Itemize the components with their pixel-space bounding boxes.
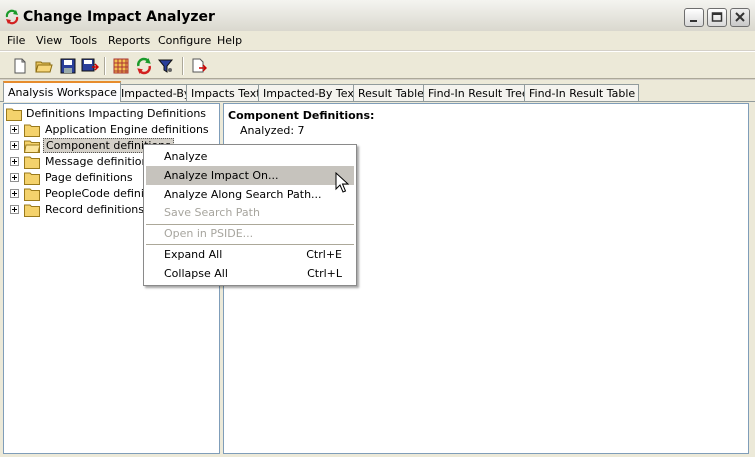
maximize-button[interactable] [707,8,727,27]
tab-impacted-by[interactable]: Impacted-By [116,84,195,102]
export-icon[interactable] [190,57,208,75]
tab-find-in-result-table[interactable]: Find-In Result Table [524,84,640,102]
minimize-button[interactable] [684,8,704,27]
grid-table-icon[interactable] [112,57,130,75]
menu-item-save-search-path: Save Search Path [146,203,354,222]
tree-item-label: Message definitions [45,155,155,168]
menu-item-shortcut: Ctrl+L [307,267,342,280]
tab-strip: Analysis Workspace Impacted-By Impacts T… [0,80,755,102]
menu-help[interactable]: Help [217,34,242,47]
expand-icon[interactable] [10,157,19,166]
details-heading: Component Definitions: [228,109,375,122]
refresh-icon[interactable] [135,57,153,75]
menu-item-label: Expand All [164,248,223,261]
tab-impacts-text[interactable]: Impacts Text [186,84,265,102]
menu-item-label: Analyze [164,150,208,163]
menu-bar: File View Tools Reports Configure Help [0,31,755,50]
tab-find-in-result-tree[interactable]: Find-In Result Tree [423,84,533,102]
save-as-icon[interactable] [81,57,100,75]
mouse-cursor-icon [335,172,349,193]
tree-item-label: Application Engine definitions [45,123,209,136]
save-icon[interactable] [59,57,77,75]
menu-item-analyze[interactable]: Analyze [146,147,354,166]
expand-icon[interactable] [10,189,19,198]
open-folder-icon[interactable] [35,57,53,75]
folder-icon [24,172,40,185]
filter-funnel-icon[interactable] [157,57,175,75]
window-title: Change Impact Analyzer [23,9,215,25]
folder-icon [24,124,40,137]
menu-item-shortcut: Ctrl+E [306,248,342,261]
tree-root-label: Definitions Impacting Definitions [26,107,207,120]
menu-item-label: Analyze Along Search Path... [164,188,322,201]
folder-icon [24,156,40,169]
expand-icon[interactable] [10,173,19,182]
expand-icon[interactable] [10,205,19,214]
folder-icon [24,204,40,217]
menu-item-analyze-along-search-path[interactable]: Analyze Along Search Path... [146,185,354,204]
tab-impacted-by-text[interactable]: Impacted-By Text [258,84,363,102]
menu-tools[interactable]: Tools [70,34,97,47]
menu-item-analyze-impact-on[interactable]: Analyze Impact On... [146,166,354,185]
tab-result-table[interactable]: Result Table [353,84,428,102]
open-folder-icon [24,140,40,153]
menu-item-label: Collapse All [164,267,228,280]
menu-reports[interactable]: Reports [108,34,150,47]
close-icon [735,12,745,22]
menu-item-expand-all[interactable]: Expand All Ctrl+E [146,245,354,264]
maximize-icon [711,12,723,22]
tab-analysis-workspace[interactable]: Analysis Workspace [3,81,121,102]
minimize-icon [690,20,697,22]
menu-item-label: Save Search Path [164,206,260,219]
menu-item-open-in-pside: Open in PSIDE... [146,224,354,243]
close-button[interactable] [730,8,750,27]
title-bar[interactable]: Change Impact Analyzer [0,0,755,34]
menu-item-collapse-all[interactable]: Collapse All Ctrl+L [146,264,354,283]
refresh-arrows-icon [4,9,20,25]
folder-icon [6,108,22,121]
menu-item-label: Analyze Impact On... [164,169,279,182]
context-menu: Analyze Analyze Impact On... Analyze Alo… [143,144,357,286]
menu-view[interactable]: View [36,34,62,47]
menu-item-label: Open in PSIDE... [164,227,254,240]
tree-item-label: Page definitions [45,171,133,184]
tree-item-label: Record definitions [45,203,145,216]
menu-configure[interactable]: Configure [158,34,211,47]
menu-file[interactable]: File [7,34,25,47]
expand-icon[interactable] [10,141,19,150]
new-file-icon[interactable] [11,57,29,75]
folder-icon [24,188,40,201]
toolbar [0,51,755,79]
expand-icon[interactable] [10,125,19,134]
analyzed-count: Analyzed: 7 [240,124,305,137]
